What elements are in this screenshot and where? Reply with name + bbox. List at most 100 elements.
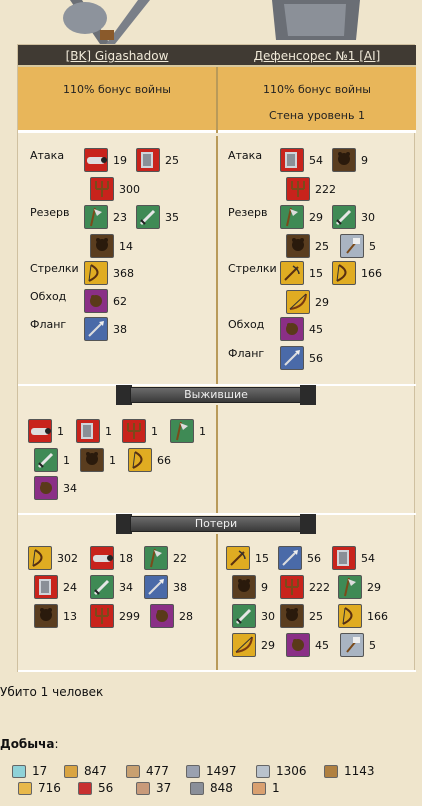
trident-icon[interactable] bbox=[90, 177, 114, 201]
sword-icon[interactable] bbox=[90, 575, 114, 599]
unit-count: 38 bbox=[113, 322, 127, 336]
unit-count: 24 bbox=[63, 580, 77, 594]
bread-icon bbox=[126, 764, 140, 778]
ram-icon[interactable] bbox=[136, 148, 160, 172]
quill-icon bbox=[324, 764, 338, 778]
trident-icon[interactable] bbox=[280, 575, 304, 599]
unit-count: 9 bbox=[261, 580, 268, 594]
unit-cell: 1 bbox=[28, 418, 64, 444]
trident-icon[interactable] bbox=[90, 604, 114, 628]
longbow-icon[interactable] bbox=[232, 633, 256, 657]
ore-icon bbox=[256, 764, 270, 778]
sword-icon[interactable] bbox=[136, 205, 160, 229]
unit-count: 222 bbox=[315, 182, 336, 196]
bow-icon[interactable] bbox=[332, 261, 356, 285]
bear-icon[interactable] bbox=[332, 148, 356, 172]
ram-icon[interactable] bbox=[76, 419, 100, 443]
sword-icon[interactable] bbox=[34, 448, 58, 472]
sword-icon[interactable] bbox=[332, 205, 356, 229]
unit-count: 1 bbox=[105, 424, 112, 438]
unit-count: 25 bbox=[165, 153, 179, 167]
halberd-icon[interactable] bbox=[84, 205, 108, 229]
bow-icon[interactable] bbox=[84, 261, 108, 285]
loot-item: 1 bbox=[252, 780, 280, 796]
bear-purple-icon[interactable] bbox=[286, 633, 310, 657]
loot-item: 1497 bbox=[186, 763, 237, 779]
spear-icon[interactable] bbox=[84, 317, 108, 341]
bow-icon[interactable] bbox=[128, 448, 152, 472]
sword-icon[interactable] bbox=[232, 604, 256, 628]
loot-item: 847 bbox=[64, 763, 107, 779]
unit-count: 54 bbox=[361, 551, 375, 565]
bear-icon[interactable] bbox=[90, 234, 114, 258]
unit-count: 30 bbox=[361, 210, 375, 224]
bow-icon[interactable] bbox=[338, 604, 362, 628]
unit-count: 222 bbox=[309, 580, 330, 594]
trident-icon[interactable] bbox=[122, 419, 146, 443]
longbow-icon[interactable] bbox=[286, 290, 310, 314]
bear-icon[interactable] bbox=[280, 604, 304, 628]
unit-count: 56 bbox=[309, 351, 323, 365]
loot-value: 1497 bbox=[206, 764, 237, 778]
ram-icon[interactable] bbox=[332, 546, 356, 570]
unit-cell: 24 bbox=[34, 574, 77, 600]
unit-cell: 9 bbox=[232, 574, 268, 600]
flank-around-label: Обход bbox=[228, 318, 265, 331]
unit-cell: 5 bbox=[340, 233, 376, 259]
scroll-icon bbox=[64, 764, 78, 778]
bear-purple-icon[interactable] bbox=[150, 604, 174, 628]
spear-icon[interactable] bbox=[144, 575, 168, 599]
ram-icon[interactable] bbox=[34, 575, 58, 599]
unit-count: 9 bbox=[361, 153, 368, 167]
cannon-icon[interactable] bbox=[28, 419, 52, 443]
bear-purple-icon[interactable] bbox=[84, 289, 108, 313]
candle-icon bbox=[252, 781, 266, 795]
halberd-icon[interactable] bbox=[144, 546, 168, 570]
attacker-name-link[interactable]: [BK] Gigashadow bbox=[18, 49, 216, 63]
survivors-title: Выжившие bbox=[130, 387, 302, 403]
bear-icon[interactable] bbox=[286, 234, 310, 258]
unit-count: 166 bbox=[361, 266, 382, 280]
spear-icon[interactable] bbox=[278, 546, 302, 570]
bear-icon[interactable] bbox=[232, 575, 256, 599]
bear-icon[interactable] bbox=[80, 448, 104, 472]
attacker-bonus: 110% бонус войны bbox=[63, 83, 171, 96]
trident-icon[interactable] bbox=[286, 177, 310, 201]
halberd-icon[interactable] bbox=[170, 419, 194, 443]
unit-cell: 1 bbox=[76, 418, 112, 444]
unit-cell: 34 bbox=[34, 475, 77, 501]
unit-count: 34 bbox=[63, 481, 77, 495]
unit-cell: 38 bbox=[84, 316, 127, 342]
unit-count: 22 bbox=[173, 551, 187, 565]
halberd-icon[interactable] bbox=[338, 575, 362, 599]
apple-icon bbox=[78, 781, 92, 795]
unit-count: 302 bbox=[57, 551, 78, 565]
unit-count: 18 bbox=[119, 551, 133, 565]
spear-icon[interactable] bbox=[280, 346, 304, 370]
halberd-icon[interactable] bbox=[280, 205, 304, 229]
ram-icon[interactable] bbox=[280, 148, 304, 172]
crossbow-icon[interactable] bbox=[226, 546, 250, 570]
column-divider bbox=[216, 534, 218, 670]
unit-cell: 28 bbox=[150, 603, 193, 629]
unit-cell: 166 bbox=[338, 603, 388, 629]
bear-purple-icon[interactable] bbox=[34, 476, 58, 500]
hammer-icon[interactable] bbox=[340, 234, 364, 258]
bow-icon[interactable] bbox=[28, 546, 52, 570]
loot-value: 37 bbox=[156, 781, 172, 795]
unit-cell: 15 bbox=[226, 545, 269, 571]
unit-cell: 38 bbox=[144, 574, 187, 600]
loot-value: 1 bbox=[272, 781, 280, 795]
cannon-icon[interactable] bbox=[90, 546, 114, 570]
bear-purple-icon[interactable] bbox=[280, 317, 304, 341]
cannon-icon[interactable] bbox=[84, 148, 108, 172]
defender-name-link[interactable]: Дефенсорес №1 [AI] bbox=[218, 49, 416, 63]
loot-item: 17 bbox=[12, 763, 47, 779]
hammer-icon[interactable] bbox=[340, 633, 364, 657]
bear-icon[interactable] bbox=[34, 604, 58, 628]
unit-count: 14 bbox=[119, 239, 133, 253]
unit-cell: 29 bbox=[280, 204, 323, 230]
unit-count: 29 bbox=[315, 295, 329, 309]
ingot-icon bbox=[186, 764, 200, 778]
crossbow-icon[interactable] bbox=[280, 261, 304, 285]
